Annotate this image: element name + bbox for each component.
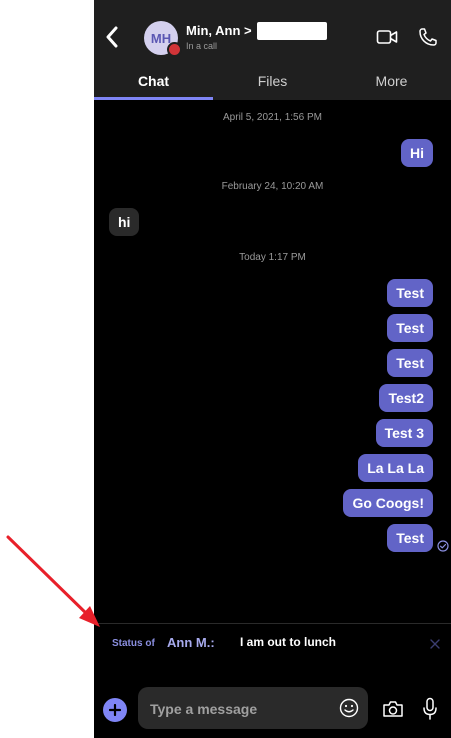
sent-message[interactable]: La La La [358, 454, 433, 482]
page: MH Min, Ann > In a call Chat Files More [0, 0, 451, 738]
sent-message[interactable]: Test [387, 279, 433, 307]
message-timestamp: April 5, 2021, 1:56 PM [223, 112, 322, 123]
teams-chat-screen: MH Min, Ann > In a call Chat Files More [94, 0, 451, 738]
status-prefix: Status of [112, 638, 155, 649]
microphone-button[interactable] [420, 696, 440, 722]
tab-files[interactable]: Files [213, 62, 332, 100]
presence-busy-indicator [167, 42, 182, 57]
video-camera-icon [376, 30, 398, 44]
chevron-left-icon [106, 26, 118, 48]
emoji-icon [339, 698, 359, 718]
microphone-icon [423, 697, 437, 720]
dismiss-status-button[interactable] [427, 636, 443, 652]
sent-message[interactable]: Hi [401, 139, 433, 167]
check-circle-icon [437, 540, 449, 552]
add-attachment-button[interactable] [103, 698, 127, 722]
video-call-button[interactable] [375, 26, 399, 48]
close-icon [430, 639, 440, 649]
tab-more[interactable]: More [332, 62, 451, 100]
camera-button[interactable] [380, 697, 406, 721]
redacted-name-block [257, 22, 327, 40]
tab-chat[interactable]: Chat [94, 62, 213, 100]
message-composer [138, 687, 368, 731]
sent-message[interactable]: Test [387, 524, 433, 552]
sent-message[interactable]: Test 3 [375, 419, 433, 447]
sent-message[interactable]: Test2 [379, 384, 433, 412]
audio-call-button[interactable] [416, 25, 440, 49]
contact-name[interactable]: Min, Ann > [186, 23, 252, 38]
message-timestamp: Today 1:17 PM [239, 252, 306, 263]
chat-tabs: Chat Files More [94, 62, 451, 100]
plus-icon [109, 704, 121, 716]
contact-status: In a call [186, 41, 218, 51]
status-banner: Status of Ann M.: I am out to lunch [94, 623, 451, 672]
message-input[interactable] [148, 687, 332, 731]
emoji-button[interactable] [338, 697, 360, 719]
received-message[interactable]: hi [109, 208, 140, 236]
camera-icon [383, 701, 403, 717]
chat-header: MH Min, Ann > In a call Chat Files More [94, 0, 451, 100]
phone-icon [419, 28, 437, 46]
status-message: I am out to lunch [240, 635, 336, 649]
sent-message[interactable]: Test [387, 349, 433, 377]
back-button[interactable] [100, 22, 124, 52]
sent-message[interactable]: Go Coogs! [343, 489, 433, 517]
sent-message[interactable]: Test [387, 314, 433, 342]
message-timestamp: February 24, 10:20 AM [221, 181, 324, 192]
status-contact-name: Ann M.: [167, 635, 215, 650]
